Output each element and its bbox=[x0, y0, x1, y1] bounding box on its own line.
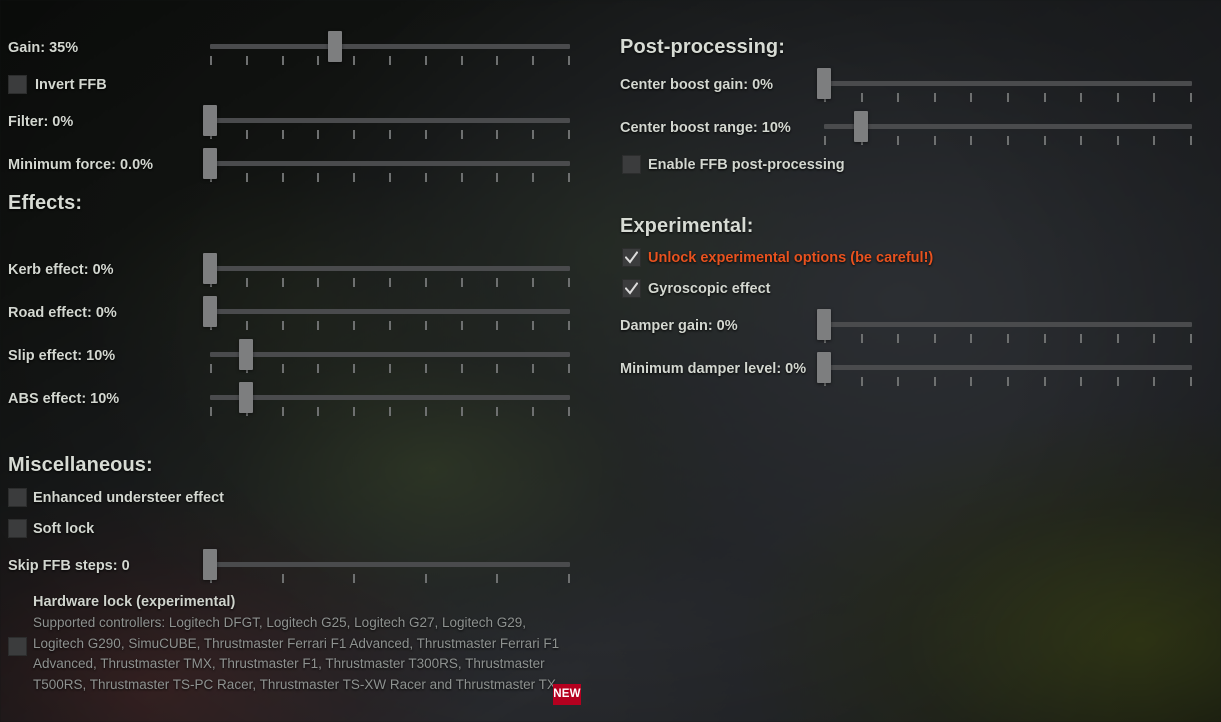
abs-effect-label: ABS effect: 10% bbox=[8, 391, 120, 407]
slider-ticks bbox=[824, 93, 1192, 102]
filter-label: Filter: 0% bbox=[8, 114, 74, 130]
gain-slider[interactable] bbox=[210, 31, 570, 67]
hardware-lock-checkbox[interactable] bbox=[8, 637, 27, 656]
slider-ticks bbox=[210, 278, 570, 287]
hardware-lock-description: Supported controllers: Logitech DFGT, Lo… bbox=[33, 615, 560, 692]
slider-handle[interactable] bbox=[238, 382, 253, 413]
post-processing-section-title: Post-processing: bbox=[620, 36, 785, 58]
center-boost-range-label: Center boost range: 10% bbox=[620, 120, 791, 136]
slider-track[interactable] bbox=[824, 365, 1192, 370]
slider-track[interactable] bbox=[210, 44, 570, 49]
new-badge: NEW bbox=[553, 684, 581, 705]
slider-track[interactable] bbox=[210, 161, 570, 166]
slider-handle[interactable] bbox=[817, 68, 831, 99]
slider-ticks bbox=[210, 321, 570, 330]
center-boost-gain-label: Center boost gain: 0% bbox=[620, 77, 774, 93]
minimum-force-label: Minimum force: 0.0% bbox=[8, 157, 154, 173]
skip-ffb-steps-label: Skip FFB steps: 0 bbox=[8, 558, 130, 574]
experimental-section-title: Experimental: bbox=[620, 215, 754, 237]
soft-lock-checkbox[interactable] bbox=[8, 519, 27, 538]
slider-handle[interactable] bbox=[853, 111, 868, 142]
invert-ffb-checkbox[interactable] bbox=[8, 75, 27, 94]
slider-handle[interactable] bbox=[203, 549, 217, 580]
slider-handle[interactable] bbox=[203, 253, 217, 284]
slider-handle[interactable] bbox=[328, 31, 343, 62]
slider-track[interactable] bbox=[210, 352, 570, 357]
slider-handle[interactable] bbox=[203, 296, 217, 327]
slider-handle[interactable] bbox=[203, 105, 217, 136]
slider-track[interactable] bbox=[824, 124, 1192, 129]
center-boost-range-slider[interactable] bbox=[824, 111, 1192, 147]
unlock-experimental-options-label: Unlock experimental options (be careful!… bbox=[648, 250, 934, 266]
hardware-lock-label: Hardware lock (experimental) bbox=[33, 594, 236, 610]
slider-track[interactable] bbox=[210, 309, 570, 314]
slider-ticks bbox=[210, 130, 570, 139]
slider-ticks bbox=[210, 364, 570, 373]
road-effect-label: Road effect: 0% bbox=[8, 305, 117, 321]
damper-gain-label: Damper gain: 0% bbox=[620, 318, 738, 334]
slider-track[interactable] bbox=[210, 562, 570, 567]
gyroscopic-effect-label: Gyroscopic effect bbox=[648, 281, 771, 297]
slip-effect-label: Slip effect: 10% bbox=[8, 348, 116, 364]
enable-ffb-postprocessing-checkbox[interactable] bbox=[622, 155, 641, 174]
skip-ffb-steps-slider[interactable] bbox=[203, 549, 570, 585]
enhanced-understeer-effect-label: Enhanced understeer effect bbox=[33, 490, 224, 506]
minimum-force-slider[interactable] bbox=[203, 148, 570, 184]
slip-effect-slider[interactable] bbox=[210, 339, 570, 375]
slider-handle[interactable] bbox=[817, 352, 831, 383]
invert-ffb-label: Invert FFB bbox=[35, 77, 107, 93]
checkmark-icon bbox=[625, 248, 638, 267]
slider-handle[interactable] bbox=[817, 309, 831, 340]
effects-section-title: Effects: bbox=[8, 192, 83, 214]
enable-ffb-postprocessing-label: Enable FFB post-processing bbox=[648, 157, 845, 173]
gain-label: Gain: 35% bbox=[8, 40, 79, 56]
center-boost-gain-slider[interactable] bbox=[817, 68, 1192, 104]
kerb-effect-label: Kerb effect: 0% bbox=[8, 262, 114, 278]
filter-slider[interactable] bbox=[203, 105, 570, 141]
soft-lock-label: Soft lock bbox=[33, 521, 95, 537]
slider-ticks bbox=[210, 56, 570, 65]
damper-gain-slider[interactable] bbox=[817, 309, 1192, 345]
road-effect-slider[interactable] bbox=[203, 296, 570, 332]
slider-track[interactable] bbox=[210, 118, 570, 123]
slider-track[interactable] bbox=[210, 266, 570, 271]
gyroscopic-effect-checkbox[interactable] bbox=[622, 279, 641, 298]
enhanced-understeer-effect-checkbox[interactable] bbox=[8, 488, 27, 507]
unlock-experimental-options-checkbox[interactable] bbox=[622, 248, 641, 267]
ffb-settings-panel: Gain: 35% Invert FFB Filter: 0% Minimum … bbox=[0, 0, 1221, 722]
abs-effect-slider[interactable] bbox=[210, 382, 570, 418]
slider-ticks bbox=[824, 334, 1192, 343]
kerb-effect-slider[interactable] bbox=[203, 253, 570, 289]
slider-ticks bbox=[824, 136, 1192, 145]
slider-handle[interactable] bbox=[203, 148, 217, 179]
slider-ticks bbox=[210, 407, 570, 416]
slider-ticks bbox=[210, 574, 570, 583]
minimum-damper-level-label: Minimum damper level: 0% bbox=[620, 361, 807, 377]
minimum-damper-level-slider[interactable] bbox=[817, 352, 1192, 388]
slider-track[interactable] bbox=[210, 395, 570, 400]
checkmark-icon bbox=[625, 279, 638, 298]
miscellaneous-section-title: Miscellaneous: bbox=[8, 454, 153, 476]
slider-handle[interactable] bbox=[238, 339, 253, 370]
slider-track[interactable] bbox=[824, 322, 1192, 327]
slider-ticks bbox=[210, 173, 570, 182]
slider-ticks bbox=[824, 377, 1192, 386]
slider-track[interactable] bbox=[824, 81, 1192, 86]
